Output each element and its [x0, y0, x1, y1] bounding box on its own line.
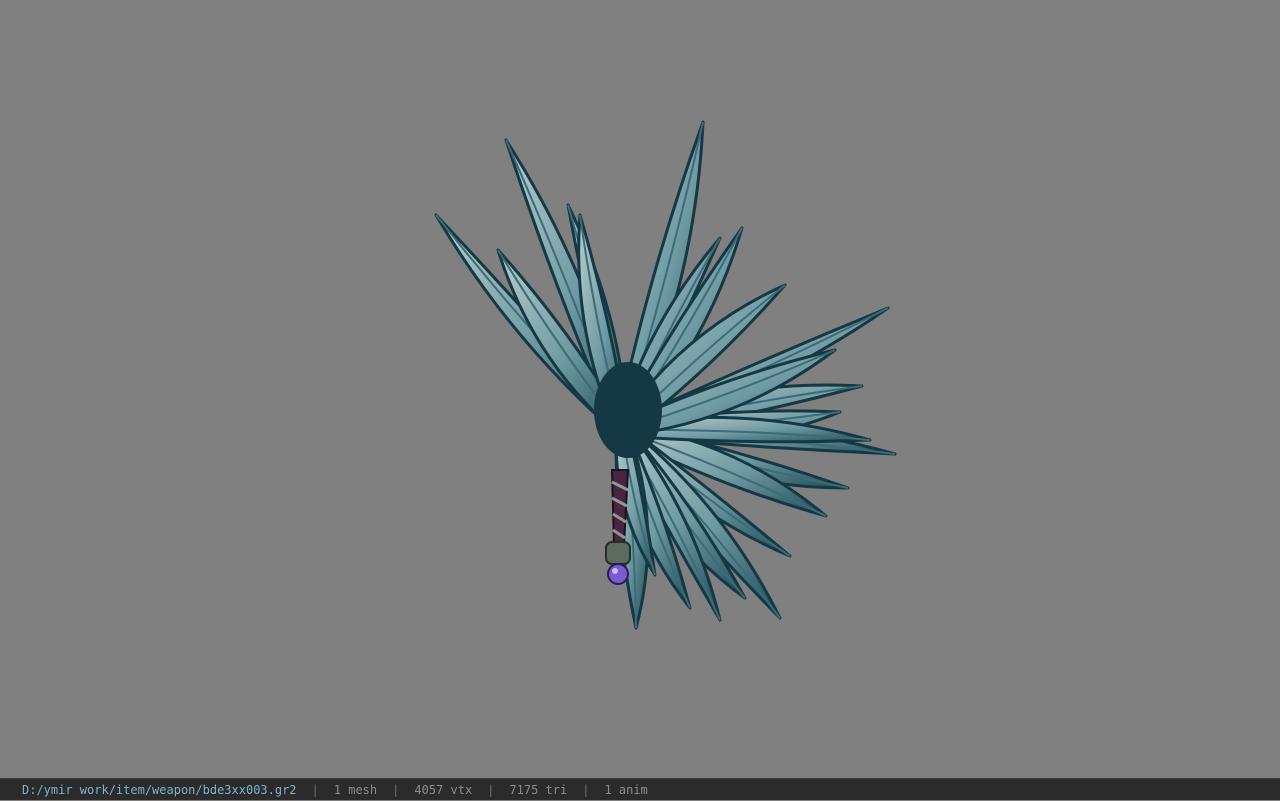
status-separator: | — [487, 783, 495, 797]
model-viewport[interactable] — [0, 0, 1280, 778]
status-separator: | — [582, 783, 590, 797]
animation-count: 1 anim — [604, 783, 648, 797]
blade-group — [434, 120, 897, 630]
status-bar: D:/ymir work/item/weapon/bde3xx003.gr2 | 1… — [0, 778, 1280, 800]
status-separator: | — [311, 783, 319, 797]
blade-hub — [594, 362, 662, 458]
vertex-count: 4057 vtx — [414, 783, 473, 797]
triangle-count: 7175 tri — [509, 783, 568, 797]
weapon-model — [434, 120, 897, 630]
file-path: D:/ymir work/item/weapon/bde3xx003.gr2 — [22, 783, 297, 797]
mesh-count: 1 mesh — [333, 783, 378, 797]
status-separator: | — [392, 783, 400, 797]
